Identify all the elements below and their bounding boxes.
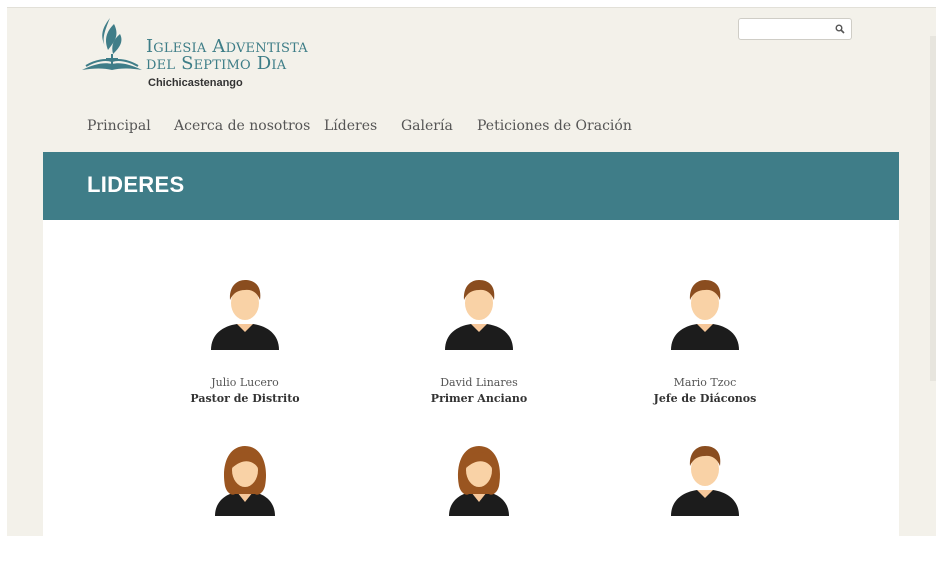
scrollbar-track[interactable] — [930, 36, 936, 381]
leader-name: David Linares — [440, 376, 518, 389]
logo-subtitle: Chichicastenango — [148, 77, 243, 89]
leader-role: Jefe de Diáconos — [653, 392, 757, 405]
nav-item-acerca[interactable]: Acerca de nosotros — [174, 118, 310, 134]
leader-card — [625, 442, 785, 536]
search-icon[interactable] — [835, 24, 845, 34]
male-avatar-icon — [445, 280, 513, 350]
female-avatar-icon — [449, 446, 509, 516]
leader-card — [165, 442, 325, 536]
page-banner: LIDERES — [43, 152, 899, 220]
leader-role: Pastor de Distrito — [190, 392, 300, 405]
leaders-grid: Julio Lucero Pastor de Distrito David Li… — [43, 220, 899, 536]
leader-name: Mario Tzoc — [673, 376, 737, 389]
nav-item-peticiones[interactable]: Peticiones de Oración — [477, 118, 632, 134]
male-avatar-icon — [671, 280, 739, 350]
leader-card: Mario Tzoc Jefe de Diáconos — [625, 276, 785, 405]
leader-name: Julio Lucero — [211, 376, 279, 389]
leader-card — [399, 442, 559, 536]
site-logo[interactable]: Iglesia Adventista del Septimo Dia Chich… — [80, 14, 320, 98]
logo-title-line-2: del Septimo Dia — [146, 53, 287, 74]
page-frame: Iglesia Adventista del Septimo Dia Chich… — [7, 7, 936, 536]
nav-item-principal[interactable]: Principal — [87, 118, 151, 134]
male-avatar-icon — [211, 280, 279, 350]
page-title: LIDERES — [87, 172, 185, 197]
adventist-flame-logo-icon — [82, 18, 142, 70]
female-avatar-icon — [215, 446, 275, 516]
nav-item-lideres[interactable]: Líderes — [324, 118, 377, 134]
search-input[interactable] — [738, 18, 852, 40]
nav-item-galeria[interactable]: Galería — [401, 118, 453, 134]
leader-card: Julio Lucero Pastor de Distrito — [165, 276, 325, 405]
leader-card: David Linares Primer Anciano — [399, 276, 559, 405]
male-avatar-icon — [671, 446, 739, 516]
leader-role: Primer Anciano — [430, 392, 528, 405]
